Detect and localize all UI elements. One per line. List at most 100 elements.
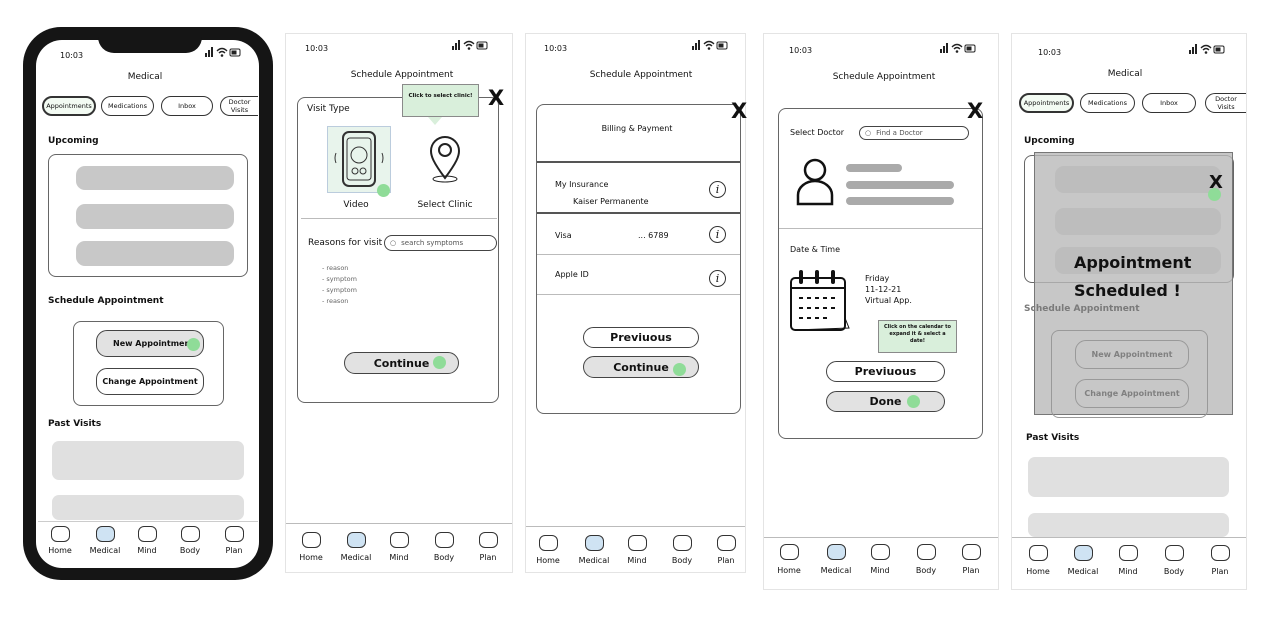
info-icon[interactable]: i [709, 226, 726, 243]
nav-body[interactable]: Body [916, 566, 936, 575]
nav-body-icon[interactable] [917, 544, 936, 560]
nav-mind-icon[interactable] [1119, 545, 1138, 561]
past-visit-item[interactable] [1028, 457, 1229, 497]
nav-body-icon[interactable] [1165, 545, 1184, 561]
nav-mind-icon[interactable] [628, 535, 647, 551]
nav-body-icon[interactable] [181, 526, 200, 542]
nav-mind-icon[interactable] [871, 544, 890, 560]
nav-mind[interactable]: Mind [870, 566, 889, 575]
nav-plan[interactable]: Plan [717, 556, 734, 565]
nav-mind-icon[interactable] [390, 532, 409, 548]
nav-plan[interactable]: Plan [962, 566, 979, 575]
list-item[interactable]: - symptom [322, 275, 357, 283]
status-icons [692, 40, 728, 51]
nav-plan-icon[interactable] [962, 544, 981, 560]
select-clinic-label[interactable]: Select Clinic [417, 200, 472, 210]
upcoming-item[interactable] [76, 241, 234, 266]
nav-body-icon[interactable] [673, 535, 692, 551]
nav-home-icon[interactable] [302, 532, 321, 548]
close-icon[interactable]: X [488, 86, 504, 110]
nav-body[interactable]: Body [672, 556, 692, 565]
nav-medical[interactable]: Medical [579, 556, 610, 565]
new-appointment-button[interactable]: New Appointment [1075, 340, 1189, 369]
page-title: Medical [1107, 69, 1143, 79]
nav-home[interactable]: Home [1026, 567, 1050, 576]
nav-medical-icon[interactable] [1074, 545, 1093, 561]
nav-medical-icon[interactable] [347, 532, 366, 548]
calendar-icon[interactable] [789, 268, 851, 334]
nav-home-icon[interactable] [780, 544, 799, 560]
past-visit-item[interactable] [1028, 513, 1229, 537]
change-appointment-button[interactable]: Change Appointment [96, 368, 204, 395]
nav-plan-icon[interactable] [225, 526, 244, 542]
previous-button[interactable]: Previuous [583, 327, 699, 348]
nav-home[interactable]: Home [777, 566, 801, 575]
divider [301, 218, 497, 219]
doctor-name-placeholder [846, 164, 902, 172]
tab-inbox[interactable]: Inbox [161, 96, 213, 116]
info-icon[interactable]: i [709, 270, 726, 287]
nav-medical[interactable]: Medical [341, 553, 372, 562]
nav-mind[interactable]: Mind [627, 556, 646, 565]
list-item[interactable]: - symptom [322, 286, 357, 294]
change-appointment-button[interactable]: Change Appointment [1075, 379, 1189, 408]
nav-medical[interactable]: Medical [1068, 567, 1099, 576]
nav-medical-icon[interactable] [827, 544, 846, 560]
nav-mind[interactable]: Mind [1118, 567, 1137, 576]
upcoming-item[interactable] [76, 166, 234, 190]
doctor-info-placeholder [846, 181, 954, 189]
tab-doctor-visits[interactable]: Doctor Visits [220, 96, 258, 116]
done-button[interactable]: Done [826, 391, 945, 412]
tab-appointments[interactable]: Appointments [1019, 93, 1074, 113]
location-pin-icon[interactable] [428, 134, 462, 184]
nav-plan[interactable]: Plan [1211, 567, 1228, 576]
tab-appointments[interactable]: Appointments [42, 96, 96, 116]
upcoming-item [1055, 208, 1221, 235]
nav-home[interactable]: Home [48, 546, 72, 555]
upcoming-item[interactable] [76, 204, 234, 229]
tab-doctor-visits[interactable]: Doctor Visits [1205, 93, 1246, 113]
nav-home-icon[interactable] [1029, 545, 1048, 561]
doctor-search-input[interactable]: ○ Find a Doctor [859, 126, 969, 140]
list-item[interactable]: - reason [322, 264, 348, 272]
video-option[interactable] [327, 126, 391, 193]
nav-medical[interactable]: Medical [821, 566, 852, 575]
list-item[interactable]: - reason [322, 297, 348, 305]
nav-plan[interactable]: Plan [225, 546, 242, 555]
page-title: Schedule Appointment [589, 70, 693, 80]
selected-indicator [377, 184, 390, 197]
symptom-search-input[interactable]: ○ search symptoms [384, 235, 497, 251]
nav-mind[interactable]: Mind [389, 553, 408, 562]
tab-medications[interactable]: Medications [101, 96, 154, 116]
close-icon[interactable]: X [731, 99, 747, 123]
nav-body[interactable]: Body [180, 546, 200, 555]
upcoming-item [1055, 166, 1221, 193]
nav-medical[interactable]: Medical [90, 546, 121, 555]
past-visit-item[interactable] [52, 441, 244, 480]
status-icons [1189, 44, 1225, 55]
nav-medical-icon[interactable] [585, 535, 604, 551]
tab-inbox[interactable]: Inbox [1142, 93, 1196, 113]
nav-medical-icon[interactable] [96, 526, 115, 542]
nav-mind-icon[interactable] [138, 526, 157, 542]
tap-indicator [433, 356, 446, 369]
nav-plan-icon[interactable] [479, 532, 498, 548]
nav-plan-icon[interactable] [1211, 545, 1230, 561]
tab-medications[interactable]: Medications [1080, 93, 1135, 113]
nav-plan-icon[interactable] [717, 535, 736, 551]
nav-mind[interactable]: Mind [137, 546, 156, 555]
nav-body-icon[interactable] [435, 532, 454, 548]
nav-home[interactable]: Home [299, 553, 323, 562]
past-visit-item[interactable] [52, 495, 244, 520]
previous-button[interactable]: Previuous [826, 361, 945, 382]
close-icon[interactable]: X [967, 99, 983, 123]
tap-indicator [187, 338, 200, 351]
nav-home-icon[interactable] [539, 535, 558, 551]
search-icon: ○ [390, 239, 397, 247]
nav-body[interactable]: Body [434, 553, 454, 562]
info-icon[interactable]: i [709, 181, 726, 198]
nav-home-icon[interactable] [51, 526, 70, 542]
nav-plan[interactable]: Plan [479, 553, 496, 562]
nav-body[interactable]: Body [1164, 567, 1184, 576]
nav-home[interactable]: Home [536, 556, 560, 565]
